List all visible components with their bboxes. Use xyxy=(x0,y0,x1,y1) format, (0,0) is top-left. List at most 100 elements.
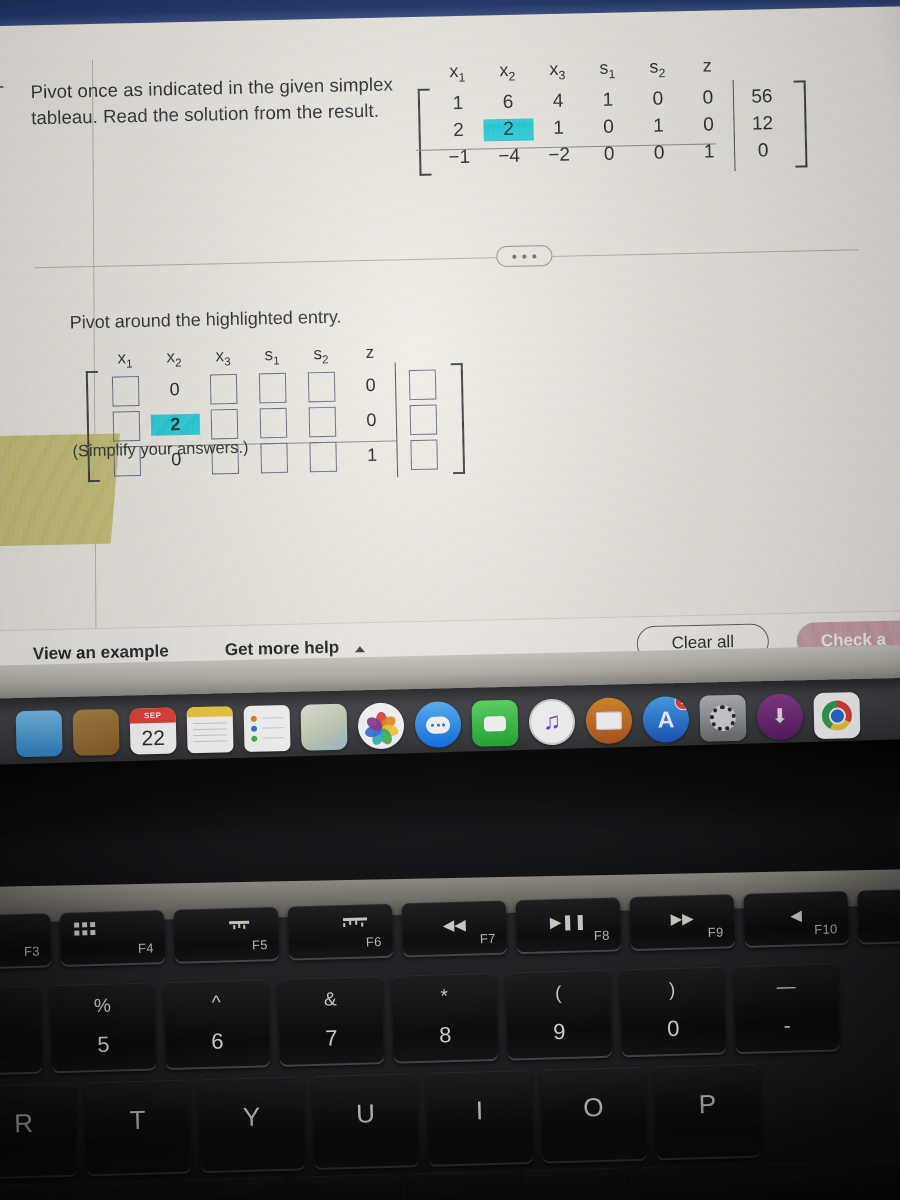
key-f10[interactable]: ◀ F10 xyxy=(743,891,849,946)
app-store-icon[interactable]: A 1 xyxy=(642,695,690,743)
photos-icon[interactable] xyxy=(357,702,405,750)
key-f8[interactable]: ▶❚❚ F8 xyxy=(515,897,622,953)
ans-cell-r3c5[interactable] xyxy=(298,441,348,473)
key-9[interactable]: ( 9 xyxy=(505,969,612,1059)
cell-r2c3: 1 xyxy=(553,117,565,140)
answer-input-r2c3[interactable] xyxy=(210,408,239,440)
maps-icon[interactable] xyxy=(300,703,348,751)
ans-cell-r2c1[interactable] xyxy=(102,410,152,442)
finder-icon[interactable] xyxy=(15,710,63,758)
cell-r1c2: 6 xyxy=(502,91,514,114)
key-bottom-1[interactable] xyxy=(0,1183,60,1200)
notes-line-3 xyxy=(193,734,228,737)
answer-input-r2c1[interactable] xyxy=(112,410,141,442)
key-6-upper: ^ xyxy=(211,992,222,1014)
ans-cell-r1c4[interactable] xyxy=(248,372,298,404)
key-f5[interactable]: F5 xyxy=(173,906,280,962)
key-bottom-9[interactable] xyxy=(865,1157,900,1200)
cell-r3c1: −1 xyxy=(448,146,471,169)
key-f9-label: F9 xyxy=(707,924,724,940)
ans-cell-r1c5[interactable] xyxy=(297,371,347,403)
key-u-label: U xyxy=(355,1098,376,1129)
system-preferences-icon[interactable] xyxy=(699,694,747,742)
answer-input-r1-rhs[interactable] xyxy=(408,369,437,401)
key-f6[interactable]: F6 xyxy=(287,903,394,959)
ans-cell-r3-rhs[interactable] xyxy=(396,439,452,470)
ans-cell-r3c6: 1 xyxy=(347,445,396,467)
photo-scene: Pivot once as indicated in the given sim… xyxy=(0,0,900,1200)
key-i[interactable]: I xyxy=(426,1069,533,1165)
downloads-icon[interactable]: ⬇ xyxy=(756,693,804,741)
key-6-lower: 6 xyxy=(210,1028,224,1054)
chrome-icon[interactable] xyxy=(813,692,861,740)
key-f4-label: F4 xyxy=(137,940,155,956)
key-minus[interactable]: — - xyxy=(733,963,840,1053)
key-f7[interactable]: ◀◀ F7 xyxy=(401,900,508,956)
key-9-upper: ( xyxy=(554,983,562,1005)
answer-input-r2-rhs[interactable] xyxy=(409,404,438,436)
messages-icon[interactable] xyxy=(414,701,462,749)
key-minus-lower: - xyxy=(783,1012,792,1038)
ans-cell-r1c1[interactable] xyxy=(101,375,151,407)
key-u[interactable]: U xyxy=(312,1073,419,1168)
key-5-upper: % xyxy=(93,995,112,1018)
reminder-dot-1 xyxy=(250,715,257,722)
key-bottom-3[interactable] xyxy=(181,1176,288,1200)
key-5-lower: 5 xyxy=(96,1031,110,1058)
key-6[interactable]: ^ 6 xyxy=(163,979,271,1069)
answer-input-r1c3[interactable] xyxy=(209,373,238,405)
ans-cell-r1-rhs[interactable] xyxy=(395,369,451,401)
key-t[interactable]: T xyxy=(84,1079,192,1175)
reminders-icon[interactable] xyxy=(243,704,291,753)
key-f11[interactable]: 🔈 F11 xyxy=(857,887,900,943)
key-bottom-5[interactable] xyxy=(409,1170,516,1200)
key-4[interactable]: $ 4 xyxy=(0,985,43,1075)
notes-icon[interactable] xyxy=(186,706,234,754)
app-store-a-glyph: A xyxy=(657,705,675,733)
ans-cell-r3c4[interactable] xyxy=(249,442,299,474)
key-r[interactable]: R xyxy=(0,1082,78,1178)
key-f4[interactable]: F4 xyxy=(59,910,166,965)
answer-input-r1c5[interactable] xyxy=(307,371,336,403)
ans-cell-r2c4[interactable] xyxy=(249,407,299,439)
ans-cell-r2c5[interactable] xyxy=(298,406,348,438)
key-f3[interactable]: F3 xyxy=(0,913,52,969)
key-7[interactable]: & 7 xyxy=(277,976,385,1065)
answer-input-r2c5[interactable] xyxy=(308,406,337,438)
key-bottom-2[interactable] xyxy=(67,1179,174,1200)
key-o[interactable]: O xyxy=(540,1066,647,1162)
problem-prompt: Pivot once as indicated in the given sim… xyxy=(30,73,394,129)
get-more-help-link[interactable]: Get more help xyxy=(225,638,340,660)
answer-input-r3c4[interactable] xyxy=(260,442,289,474)
more-options-button[interactable] xyxy=(496,244,553,268)
view-an-example-link[interactable]: View an example xyxy=(33,641,169,664)
key-bottom-7[interactable] xyxy=(637,1164,744,1200)
itunes-icon[interactable]: ♫ xyxy=(528,698,576,746)
ans-cell-r1c3[interactable] xyxy=(199,373,249,405)
key-bottom-6[interactable] xyxy=(523,1167,630,1200)
ibooks-icon[interactable] xyxy=(585,697,633,745)
key-0[interactable]: ) 0 xyxy=(619,966,726,1056)
key-8[interactable]: * 8 xyxy=(391,972,499,1062)
answer-input-r2c4[interactable] xyxy=(259,407,288,439)
ans-cell-r2-rhs[interactable] xyxy=(396,404,452,436)
ans-cell-r2c3[interactable] xyxy=(200,408,250,440)
answer-input-r1c4[interactable] xyxy=(258,372,287,404)
chevron-up-icon[interactable] xyxy=(354,646,365,653)
dot-1-icon xyxy=(512,254,517,259)
key-y[interactable]: Y xyxy=(198,1076,306,1172)
facetime-icon[interactable] xyxy=(471,699,519,747)
key-p[interactable]: P xyxy=(654,1063,761,1159)
books-icon[interactable] xyxy=(72,708,120,756)
key-bottom-4[interactable] xyxy=(295,1173,402,1200)
key-5[interactable]: % 5 xyxy=(49,982,157,1072)
content-gutter-line xyxy=(91,59,97,640)
key-o-label: O xyxy=(582,1091,604,1123)
key-bottom-8[interactable] xyxy=(751,1160,858,1200)
answer-input-r3-rhs[interactable] xyxy=(410,439,438,470)
notes-header-bar xyxy=(186,706,233,718)
answer-input-r3c5[interactable] xyxy=(309,441,338,473)
answer-input-r1c1[interactable] xyxy=(111,375,140,407)
calendar-icon[interactable]: SEP 22 xyxy=(129,707,177,755)
key-f9[interactable]: ▶▶ F9 xyxy=(629,894,735,950)
